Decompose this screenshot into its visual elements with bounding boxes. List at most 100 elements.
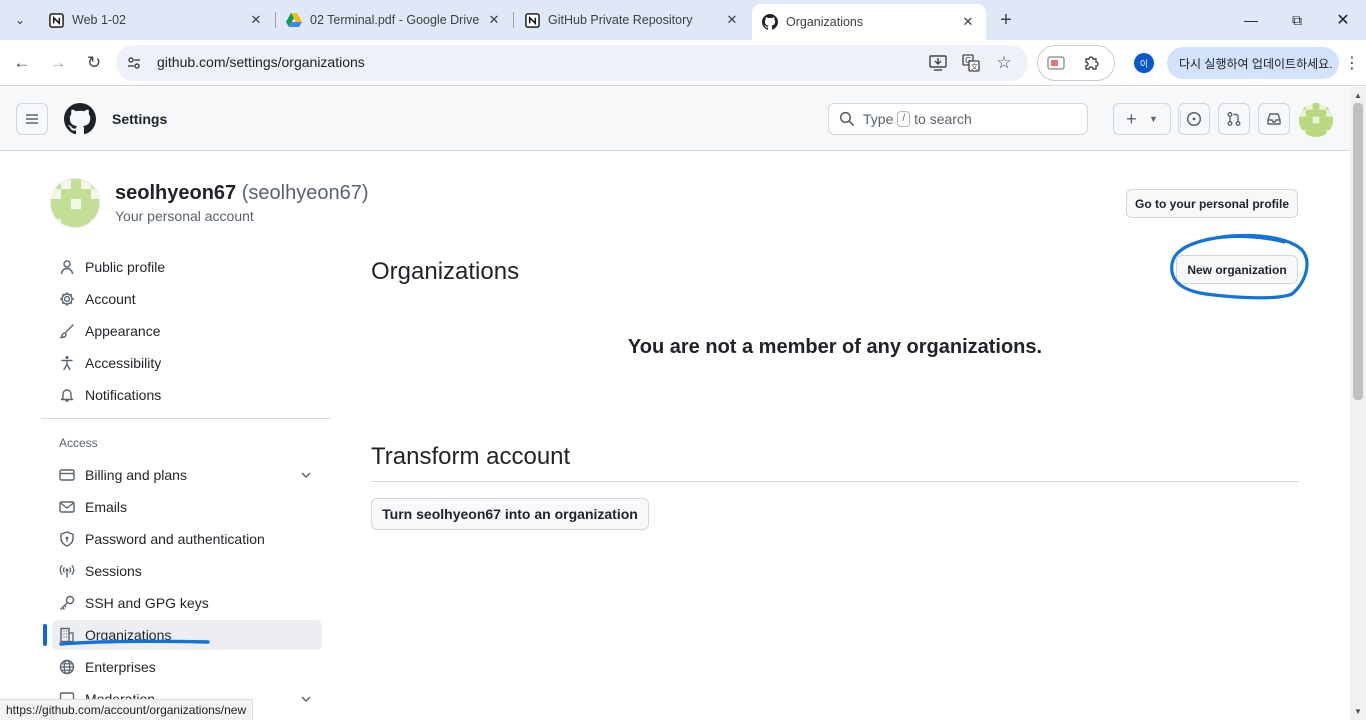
profile-name[interactable]: seolhyeon67 (seolhyeon67) [115,182,368,205]
minimize-window-icon[interactable]: — [1236,6,1266,34]
github-header: Settings Type / to search + ▼ [0,87,1350,151]
notion-icon [524,12,540,28]
tab-label: 02 Terminal.pdf - Google Drive [310,13,480,27]
sidebar-item-label: Account [85,291,136,307]
scroll-down-arrow-icon[interactable]: ▼ [1354,707,1362,716]
sidebar-item-label: SSH and GPG keys [85,595,209,611]
search-suffix-text: to search [914,111,972,127]
forward-arrow-icon[interactable]: → [44,49,72,77]
sidebar-item-organizations[interactable]: Organizations [52,620,322,650]
github-icon [762,14,778,30]
google-drive-icon [286,12,302,28]
bookmark-star-icon[interactable]: ☆ [994,53,1014,73]
close-tab-icon[interactable]: ✕ [248,12,264,28]
tab-label: Web 1-02 [72,13,126,27]
chevron-down-icon[interactable] [298,467,314,483]
accessibility-icon [58,354,76,372]
address-bar[interactable]: github.com/settings/organizations G文 ☆ [116,45,1028,81]
page-context-title[interactable]: Settings [112,111,167,127]
create-new-button[interactable]: + ▼ [1113,103,1171,135]
account-subtitle: Your personal account [115,208,254,224]
close-tab-icon[interactable]: ✕ [724,12,740,28]
page-scrollbar[interactable]: ▲ ▼ [1350,87,1366,720]
sidebar-item-enterprises[interactable]: Enterprises [52,652,322,682]
chevron-down-icon[interactable] [298,691,314,707]
scrollbar-thumb[interactable] [1353,103,1363,400]
close-tab-icon[interactable]: ✕ [486,12,502,28]
sidebar-item-label: Appearance [85,323,161,339]
credit-card-icon [58,466,76,484]
browser-toolbar: ← → ↻ github.com/settings/organizations … [0,40,1366,86]
browser-profile-avatar[interactable]: 이 [1134,53,1154,73]
turn-into-organization-button[interactable]: Turn seolhyeon67 into an organization [371,498,649,530]
sidebar-item-label: Sessions [85,563,142,579]
sidebar-item-public-profile[interactable]: Public profile [52,252,322,282]
sidebar-divider [41,418,331,419]
scroll-up-arrow-icon[interactable]: ▲ [1354,91,1362,100]
transform-account-heading: Transform account [371,443,571,470]
close-tab-icon[interactable]: ✕ [960,14,976,30]
sidebar-item-label: Emails [85,499,128,515]
search-icon [839,111,855,127]
tab-web-1-02[interactable]: Web 1-02 ✕ [38,5,274,35]
extensions-puzzle-icon[interactable] [1082,53,1102,73]
restore-window-icon[interactable]: ⧉ [1282,6,1312,34]
tab-organizations[interactable]: Organizations ✕ [752,4,986,40]
sidebar-section-heading: Access [59,436,98,450]
install-app-icon[interactable] [928,53,948,73]
sidebar-item-label: Organizations [85,627,172,643]
hamburger-menu-icon[interactable] [16,103,48,135]
update-chrome-button[interactable]: 다시 실행하여 업데이트하세요. [1167,47,1339,79]
active-indicator [43,624,47,646]
person-icon [58,258,76,276]
sidebar-item-appearance[interactable]: Appearance [52,316,322,346]
sidebar-item-label: Accessibility [85,355,162,371]
sidebar-item-account[interactable]: Account [52,284,322,314]
translate-icon[interactable]: G文 [961,53,981,73]
cast-icon[interactable] [1046,53,1066,73]
empty-state-message: You are not a member of any organization… [627,336,1043,358]
sidebar-item-label: Billing and plans [85,467,187,483]
sidebar-item-emails[interactable]: Emails [52,492,322,522]
sidebar-item-sessions[interactable]: Sessions [52,556,322,586]
new-organization-button[interactable]: New organization [1176,255,1298,284]
pull-requests-icon[interactable] [1218,103,1250,135]
url-text: github.com/settings/organizations [157,54,365,70]
page-title: Organizations [371,258,520,285]
gear-icon [58,290,76,308]
close-window-icon[interactable]: ✕ [1328,6,1358,34]
search-shortcut-key: / [897,111,911,127]
github-logo-icon[interactable] [64,103,96,135]
globe-icon [58,658,76,676]
profile-avatar[interactable] [50,178,100,228]
sidebar-item-billing-and-plans[interactable]: Billing and plans [52,460,322,490]
browser-menu-kebab-icon[interactable]: ⋮ [1344,52,1360,74]
reload-icon[interactable]: ↻ [80,49,108,77]
user-avatar[interactable] [1299,103,1333,137]
tab-search-chevron-icon[interactable]: ⌄ [8,8,32,32]
site-info-icon[interactable] [124,53,144,73]
go-to-personal-profile-button[interactable]: Go to your personal profile [1126,189,1298,218]
plus-icon: + [1126,108,1137,129]
tab-terminal-pdf[interactable]: 02 Terminal.pdf - Google Drive ✕ [276,5,512,35]
tab-github-private-repository[interactable]: GitHub Private Repository ✕ [514,5,750,35]
issues-icon[interactable] [1178,103,1210,135]
search-input[interactable]: Type / to search [828,103,1088,135]
sidebar-item-ssh-and-gpg-keys[interactable]: SSH and GPG keys [52,588,322,618]
mail-icon [58,498,76,516]
search-prefix-text: Type [863,111,894,127]
section-divider [371,481,1299,482]
sidebar-item-accessibility[interactable]: Accessibility [52,348,322,378]
caret-down-icon: ▼ [1148,114,1158,124]
key-icon [58,594,76,612]
organization-icon [58,626,76,644]
inbox-icon[interactable] [1258,103,1290,135]
browser-tab-strip: ⌄ Web 1-02 ✕ 02 Terminal.pdf - Google Dr… [0,0,1366,40]
sidebar-item-notifications[interactable]: Notifications [52,380,322,410]
new-tab-plus-icon[interactable]: + [994,8,1018,32]
sidebar-item-password-and-authentication[interactable]: Password and authentication [52,524,322,554]
svg-text:文: 文 [971,62,978,71]
extensions-group [1037,45,1115,81]
back-arrow-icon[interactable]: ← [8,49,36,77]
username: seolhyeon67 [115,182,237,204]
